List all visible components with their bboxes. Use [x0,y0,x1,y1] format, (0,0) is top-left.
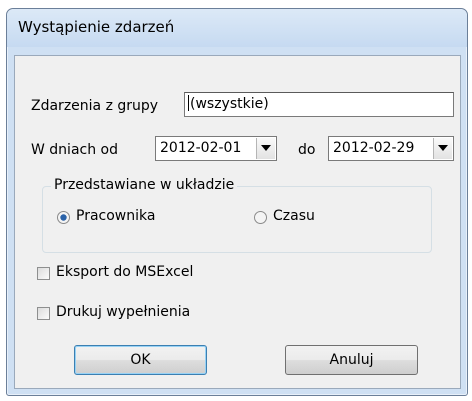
layout-groupbox: Przedstawiane w układzie Pracownika Czas… [42,177,432,253]
text-caret [188,95,189,111]
date-to-label: do [298,142,316,158]
layout-group-legend: Przedstawiane w układzie [51,177,238,193]
export-excel-label[interactable]: Eksport do MSExcel [56,264,193,280]
cancel-button[interactable]: Anuluj [285,345,418,375]
dialog-body: Zdarzenia z grupy (wszystkie) W dniach o… [14,55,461,389]
ok-button[interactable]: OK [74,345,207,375]
group-filter-label: Zdarzenia z grupy [31,98,159,114]
title-bar[interactable]: Wystąpienie zdarzeń [7,9,467,47]
date-to-dropdown-button[interactable] [433,138,452,159]
radio-pracownika-label[interactable]: Pracownika [76,208,155,224]
print-fills-label[interactable]: Drukuj wypełnienia [56,304,190,320]
date-from-label: W dniach od [31,142,118,158]
group-filter-input[interactable]: (wszystkie) [184,92,454,117]
dialog-window: Wystąpienie zdarzeń Zdarzenia z grupy (w… [6,8,468,396]
date-from-dropdown-button[interactable] [256,138,275,159]
group-filter-value: (wszystkie) [190,96,269,112]
window-title: Wystąpienie zdarzeń [18,18,175,36]
export-excel-checkbox[interactable] [37,267,50,280]
date-from-select[interactable]: 2012-02-01 [155,136,277,161]
date-to-value: 2012-02-29 [333,140,415,156]
date-from-value: 2012-02-01 [160,140,242,156]
radio-czasu-label[interactable]: Czasu [273,208,315,224]
print-fills-checkbox[interactable] [37,307,50,320]
date-to-select[interactable]: 2012-02-29 [328,136,454,161]
radio-czasu[interactable] [254,211,267,224]
radio-pracownika[interactable] [57,211,70,224]
chevron-down-icon [261,145,271,151]
chevron-down-icon [438,145,448,151]
